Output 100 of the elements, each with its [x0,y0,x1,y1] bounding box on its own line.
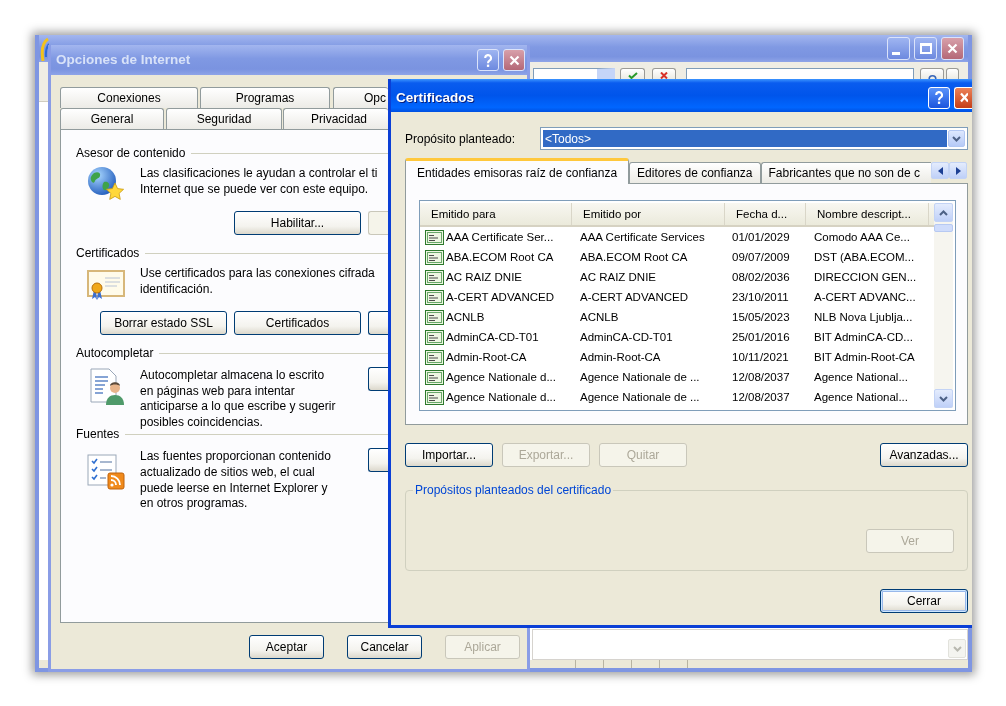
scroll-left-button[interactable] [931,162,949,179]
certificate-icon [425,249,444,265]
table-cell: 08/02/2036 [732,270,790,284]
tab[interactable]: General [60,108,164,129]
section-description: Las clasificaciones le ayudan a controlar el ti Internet que se puede ver con este equipo. [140,166,378,198]
search-button[interactable] [920,68,944,79]
table-cell: 15/05/2023 [732,310,790,324]
push-button[interactable]: Borrar estado SSL [100,311,227,335]
table-cell: ACNLB [580,310,619,324]
group-heading: Propósitos planteados del certificado [414,483,613,497]
scroll-right-button[interactable] [949,162,967,179]
partial-button[interactable] [368,311,388,335]
search-field[interactable] [686,68,914,79]
table-cell: AdminCA-CD-T01 [580,330,673,344]
section-description: Autocompletar almacena lo escrito en páginas web para intentar anticiparse a lo que escribe y sugerir posibles coincidencias. [140,368,336,431]
caret-left-icon [937,166,943,175]
table-cell: 10/11/2021 [732,350,789,364]
certificate-icon [425,369,444,385]
column-header[interactable]: Emitido por [572,203,725,225]
tab[interactable]: Privacidad [283,108,388,129]
maximize-button[interactable] [914,37,937,60]
dropdown-button[interactable] [948,130,965,147]
table-cell: Admin-Root-CA [580,350,661,364]
scroll-down-button[interactable] [934,389,953,408]
minimize-button[interactable] [887,37,910,60]
table-cell: ACNLB [446,310,485,324]
table-cell: A-CERT ADVANCED [580,290,688,304]
tab[interactable]: Seguridad [166,108,282,129]
dropdown-field[interactable] [532,629,968,660]
table-cell: AAA Certificate Services [580,230,705,244]
push-button[interactable]: Cerrar [880,589,968,613]
tab[interactable]: Conexiones [60,87,198,108]
section-heading: Autocompletar [76,346,154,360]
table-cell: 25/01/2016 [732,330,790,344]
certificate-icon [425,269,444,285]
tab[interactable]: Entidades emisoras raíz de confianza [405,158,630,184]
certificate-icon [425,389,444,405]
purpose-dropdown[interactable]: <Todos> [540,127,968,150]
certificate-icon [425,289,444,305]
push-button[interactable]: Certificados [234,311,361,335]
help-icon [484,53,492,67]
table-cell: AC RAIZ DNIE [446,270,523,284]
table-cell: DST (ABA.ECOM... [814,250,915,264]
check-icon [627,72,638,79]
go-button[interactable] [620,68,645,79]
maximize-icon [919,43,932,54]
close-icon [947,43,958,54]
help-button[interactable] [477,49,499,71]
table-cell: ABA.ECOM Root CA [446,250,554,264]
table-cell: AdminCA-CD-T01 [446,330,539,344]
scrollbar-thumb[interactable] [934,224,953,232]
table-cell: Agence National... [814,370,908,384]
partial-button[interactable] [368,448,388,473]
document-person-icon [90,368,125,405]
globe-star-icon [87,166,125,203]
partial-button[interactable] [368,367,388,391]
push-button[interactable]: Avanzadas... [880,443,968,467]
checklist-rss-icon [87,454,125,491]
minimize-icon [892,51,900,55]
section-heading: Fuentes [76,427,120,442]
tab[interactable]: Editores de confianza [629,162,761,183]
certificate-icon [87,270,125,300]
push-button[interactable]: Importar... [405,443,493,467]
caret-right-icon [955,166,961,175]
dropdown-value: <Todos> [543,130,947,147]
table-cell: 09/07/2009 [732,250,790,264]
table-cell: Agence Nationale d... [446,390,556,404]
table-cell: Agence Nationale de ... [580,370,700,384]
table-cell: ABA.ECOM Root CA [580,250,688,264]
push-button[interactable]: Habilitar... [234,211,361,235]
column-header[interactable]: Nombre descript... [806,203,929,225]
chevron-down-icon [939,395,948,402]
push-button[interactable]: Aceptar [249,635,324,659]
table-cell: AAA Certificate Ser... [446,230,554,244]
tab[interactable]: Programas [200,87,330,108]
help-icon [935,91,943,104]
chevron-up-icon [939,209,948,216]
stop-button[interactable] [652,68,676,79]
section-description: Las fuentes proporcionan contenido actualizado de sitios web, el cual puede leerse en Internet Explorer y en otros programas. [140,449,331,512]
close-button[interactable] [941,37,964,60]
table-cell: 23/10/2011 [732,290,789,304]
tab[interactable]: Opc [333,87,388,108]
section-heading: Asesor de contenido [76,146,186,160]
close-icon [508,54,520,66]
push-button[interactable]: Cancelar [347,635,422,659]
certificate-icon [425,349,444,365]
window-title: Certificados [396,90,475,105]
table-cell: Admin-Root-CA [446,350,527,364]
section-description: Use certificados para las conexiones cifrada identificación. [140,266,375,298]
close-button[interactable] [503,49,525,71]
table-cell: NLB Nova Ljublja... [814,310,913,324]
table-cell: A-CERT ADVANCED [446,290,554,304]
tab[interactable]: Fabricantes que no son de c [760,162,931,183]
certificate-icon [425,229,444,245]
column-header[interactable]: Emitido para [420,203,572,225]
certificate-icon [425,329,444,345]
scroll-up-button[interactable] [934,203,953,222]
column-header[interactable]: Fecha d... [725,203,806,225]
table-cell: AC RAIZ DNIE [580,270,657,284]
address-field[interactable] [533,68,615,79]
